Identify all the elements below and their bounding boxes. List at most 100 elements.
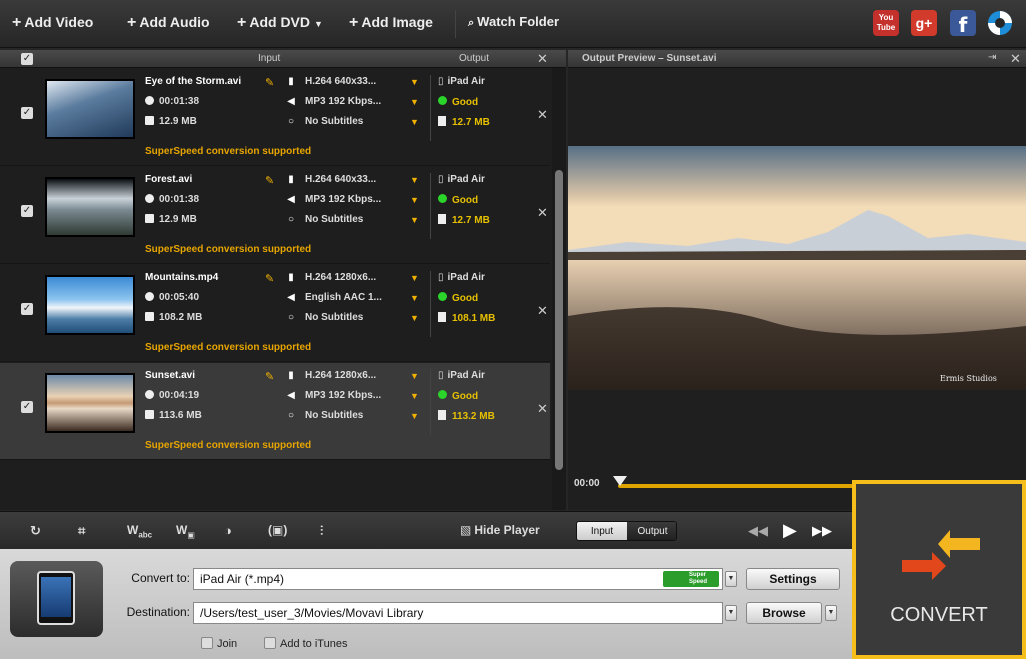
list-item-selected[interactable]: ✓ Sunset.avi ✎ 00:04:19 113.6 MB ▮ H.264 … (0, 363, 550, 460)
output-quality-text: Good (452, 195, 479, 206)
convert-to-field[interactable]: iPad Air (*.mp4) (193, 568, 723, 590)
settings-button[interactable]: Settings (746, 568, 840, 590)
input-column-header: Input (258, 53, 281, 64)
tab-output[interactable]: Output (627, 522, 676, 540)
edit-pencil-icon[interactable]: ✎ (265, 76, 274, 89)
equalizer-icon[interactable]: ⫶ (320, 523, 323, 539)
dropdown-arrow-icon[interactable]: ▼ (410, 391, 419, 401)
dropdown-arrow-icon[interactable]: ▼ (410, 293, 419, 303)
facebook-icon[interactable]: f (950, 10, 976, 37)
format-dropdown-arrow[interactable]: ▼ (725, 571, 737, 587)
add-to-itunes-checkbox[interactable]: Add to iTunes (264, 637, 347, 650)
destination-dropdown-arrow[interactable]: ▼ (725, 605, 737, 621)
list-item[interactable]: ✓ Eye of the Storm.avi ✎ 00:01:38 12.9 M… (0, 69, 550, 166)
video-track-select[interactable]: ▮ H.264 1280x6... (285, 272, 376, 283)
audio-track-select[interactable]: ◀ MP3 192 Kbps... (285, 390, 381, 401)
device-profile-button[interactable] (10, 561, 103, 637)
tablet-icon: ▯ (438, 174, 444, 185)
rotate-icon[interactable]: ↻ (30, 523, 41, 539)
dropdown-arrow-icon[interactable]: ▼ (410, 411, 419, 421)
collapse-arrow-icon[interactable]: ⇥ (988, 52, 996, 63)
output-settings-panel: Convert to: iPad Air (*.mp4) Super Speed … (0, 549, 852, 659)
close-preview-icon[interactable]: ✕ (1010, 51, 1021, 67)
list-item[interactable]: ✓ Mountains.mp4 ✎ 00:05:40 108.2 MB ▮ H.2… (0, 265, 550, 362)
output-device-text: iPad Air (447, 272, 485, 283)
stabilize-icon[interactable]: (▣) (268, 523, 287, 537)
ipad-icon (37, 571, 75, 625)
video-track-select[interactable]: ▮ H.264 640x33... (285, 174, 376, 185)
item-checkbox[interactable]: ✓ (21, 401, 33, 413)
rewind-icon[interactable]: ◀◀ (748, 523, 768, 539)
dropdown-arrow-icon[interactable]: ▼ (410, 273, 419, 283)
remove-item-icon[interactable]: ✕ (537, 107, 548, 123)
subtitles-select[interactable]: ○ No Subtitles (285, 410, 363, 421)
subtitles-select[interactable]: ○ No Subtitles (285, 312, 363, 323)
item-checkbox[interactable]: ✓ (21, 205, 33, 217)
clear-list-close-icon[interactable]: ✕ (537, 51, 548, 67)
good-status-icon (438, 194, 447, 203)
item-checkbox[interactable]: ✓ (21, 107, 33, 119)
edit-pencil-icon[interactable]: ✎ (265, 174, 274, 187)
item-checkbox[interactable]: ✓ (21, 303, 33, 315)
audio-track-select[interactable]: ◀ MP3 192 Kbps... (285, 96, 381, 107)
playhead-marker[interactable] (613, 476, 627, 486)
remove-item-icon[interactable]: ✕ (537, 303, 548, 319)
dropdown-arrow-icon[interactable]: ▼ (410, 77, 419, 87)
dropdown-arrow-icon[interactable]: ▼ (410, 313, 419, 323)
speaker-icon: ◀ (287, 292, 295, 303)
contrast-icon[interactable]: ◑ (224, 523, 232, 538)
superspeed-note: SuperSpeed conversion supported (145, 244, 312, 255)
youtube-icon[interactable]: You Tube (873, 10, 899, 36)
scrollbar-thumb[interactable] (555, 170, 563, 470)
play-icon[interactable]: ▶ (783, 520, 797, 541)
remove-item-icon[interactable]: ✕ (537, 205, 548, 221)
add-audio-button[interactable]: + Add Audio (127, 14, 210, 34)
dropdown-arrow-icon[interactable]: ▼ (410, 117, 419, 127)
lifebuoy-icon[interactable] (987, 10, 1013, 36)
output-quality: Good (438, 194, 478, 206)
video-track-select[interactable]: ▮ H.264 1280x6... (285, 370, 376, 381)
crop-icon[interactable]: ⌗ (78, 523, 85, 539)
dropdown-arrow-icon[interactable]: ▼ (410, 97, 419, 107)
destination-field[interactable]: /Users/test_user_3/Movies/Movavi Library (193, 602, 723, 624)
dropdown-arrow-icon[interactable]: ▼ (410, 175, 419, 185)
add-dvd-button[interactable]: + Add DVD ▼ (237, 14, 323, 34)
dropdown-arrow-icon[interactable]: ▼ (410, 195, 419, 205)
dropdown-arrow-icon[interactable]: ▼ (410, 371, 419, 381)
browse-button[interactable]: Browse (746, 602, 822, 624)
audio-track-select[interactable]: ◀ MP3 192 Kbps... (285, 194, 381, 205)
remove-item-icon[interactable]: ✕ (537, 401, 548, 417)
watch-folder-button[interactable]: ⌕ Watch Folder (468, 14, 559, 34)
convert-button[interactable]: CONVERT (852, 480, 1026, 659)
output-quality: Good (438, 390, 478, 402)
edit-pencil-icon[interactable]: ✎ (265, 370, 274, 383)
hide-player-button[interactable]: ▧ Hide Player (460, 523, 540, 537)
video-track-select[interactable]: ▮ H.264 640x33... (285, 76, 376, 87)
add-image-button[interactable]: + Add Image (349, 14, 433, 34)
audio-track-select[interactable]: ◀ English AAC 1... (285, 292, 382, 303)
image-watermark-icon[interactable]: W▣ (176, 523, 195, 539)
file-size: 113.6 MB (145, 410, 202, 421)
subtitles-select[interactable]: ○ No Subtitles (285, 116, 363, 127)
add-video-button[interactable]: + Add Video (12, 14, 93, 34)
join-checkbox[interactable]: Join (201, 637, 237, 650)
dropdown-arrow-icon[interactable]: ▼ (410, 215, 419, 225)
add-audio-label: Add Audio (139, 14, 210, 30)
input-output-toggle[interactable]: Input Output (576, 521, 677, 541)
superspeed-note: SuperSpeed conversion supported (145, 146, 312, 157)
select-all-checkbox[interactable]: ✓ (21, 53, 33, 65)
output-device-text: iPad Air (447, 370, 485, 381)
list-header: ✓ Input Output ✕ (0, 50, 566, 68)
list-item[interactable]: ✓ Forest.avi ✎ 00:01:38 12.9 MB ▮ H.264 6… (0, 167, 550, 264)
film-icon: ▮ (288, 370, 294, 381)
edit-pencil-icon[interactable]: ✎ (265, 272, 274, 285)
output-quality: Good (438, 96, 478, 108)
text-watermark-icon[interactable]: Wabc (127, 523, 152, 539)
duration: 00:05:40 (145, 292, 199, 303)
browse-dropdown-arrow[interactable]: ▼ (825, 605, 837, 621)
tab-input[interactable]: Input (577, 522, 627, 540)
video-track-text: H.264 640x33... (305, 174, 377, 185)
google-plus-icon[interactable]: g+ (911, 10, 937, 36)
subtitles-select[interactable]: ○ No Subtitles (285, 214, 363, 225)
fast-forward-icon[interactable]: ▶▶ (812, 523, 832, 539)
